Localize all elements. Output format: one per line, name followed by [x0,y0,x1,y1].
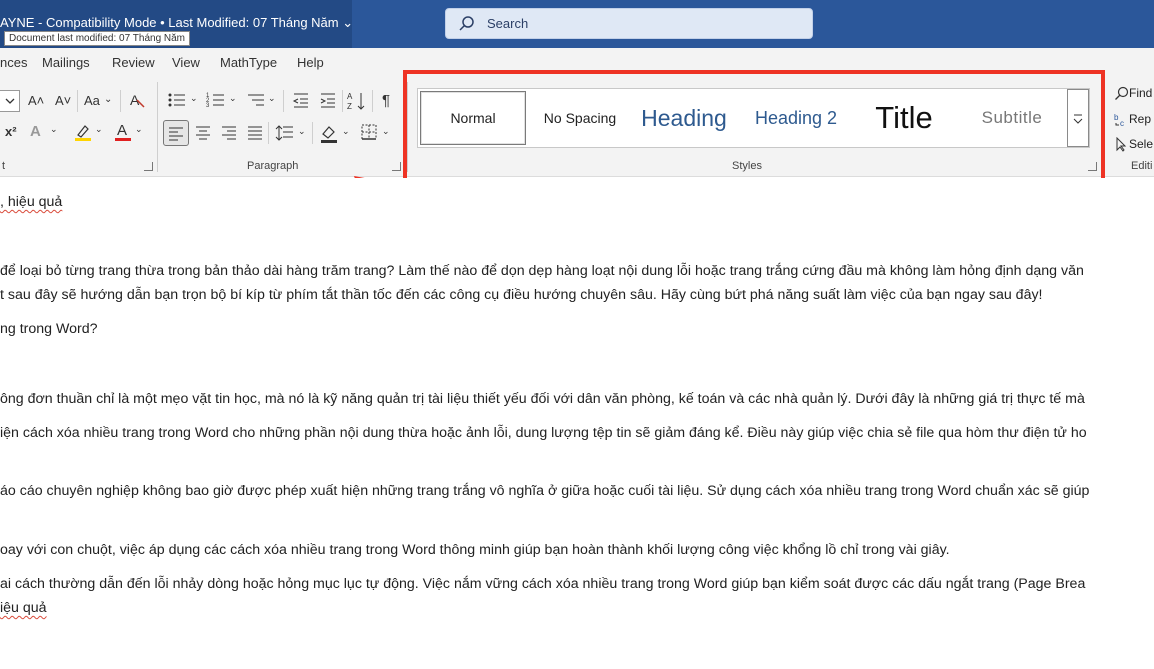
grow-font-button[interactable]: A˄ [28,93,44,108]
separator [268,122,269,144]
separator [283,90,284,112]
separator [77,90,78,112]
svg-text:Z: Z [347,102,352,111]
document-line: , hiệu quả [0,194,63,210]
chevron-down-icon[interactable]: ⌄ [190,93,198,104]
tab-view[interactable]: View [172,55,200,70]
justify-icon[interactable] [246,124,264,142]
text-effects-button[interactable]: A [30,123,41,140]
svg-text:c: c [1120,119,1124,127]
last-modified-tooltip: Document last modified: 07 Tháng Năm [4,31,191,46]
chevron-down-icon[interactable]: ⌄ [268,93,276,104]
document-line: oay với con chuột, việc áp dụng các cách… [0,542,950,558]
font-group-label: t [2,160,6,172]
tab-mailings[interactable]: Mailings [42,55,90,70]
chevron-down-icon[interactable]: ⌄ [50,124,58,135]
cursor-icon [1114,137,1129,153]
show-formatting-marks-button[interactable]: ¶ [382,92,390,109]
svg-text:A: A [130,92,140,108]
separator [372,90,373,112]
borders-icon[interactable] [360,123,378,141]
document-line: ai cách thường dẫn đến lỗi nhảy dòng hoặ… [0,576,1086,592]
tab-references[interactable]: nces [0,55,27,70]
increase-indent-icon[interactable] [319,91,337,109]
numbering-icon[interactable]: 123 [206,91,226,109]
chevron-down-icon[interactable]: ⌄ [104,94,112,105]
chevron-down-icon[interactable]: ⌄ [95,124,103,135]
sort-icon[interactable]: AZ [347,90,367,112]
line-spacing-icon[interactable] [275,123,295,143]
align-center-icon[interactable] [194,124,212,142]
multilevel-list-icon[interactable] [246,91,266,109]
search-box[interactable]: Search [445,8,813,39]
separator [312,122,313,144]
svg-text:b: b [1114,113,1119,122]
document-line: t sau đây sẽ hướng dẫn bạn trọn bộ bí kí… [0,287,1043,303]
document-line: iệu quả [0,600,47,616]
svg-text:A: A [117,122,127,139]
annotation-highlight-box [403,70,1105,189]
group-separator [157,82,158,172]
find-icon [1114,86,1129,101]
search-label: Search [487,16,529,31]
chevron-down-icon[interactable]: ⌄ [342,126,350,137]
chevron-down-icon[interactable]: ⌄ [229,93,237,104]
clear-formatting-icon[interactable]: A [128,91,146,109]
align-left-icon[interactable] [163,120,189,146]
chevron-down-icon[interactable]: ⌄ [298,126,306,137]
find-label: Find [1129,86,1153,100]
document-title[interactable]: AYNE - Compatibility Mode • Last Modifie… [0,15,353,31]
title-bar: AYNE - Compatibility Mode • Last Modifie… [0,0,1154,48]
find-button[interactable]: Find [1114,86,1152,101]
document-line: ông đơn thuần chỉ là một mẹo vặt tin học… [0,391,1085,407]
replace-icon: bc [1114,112,1129,127]
separator [342,90,343,112]
chevron-down-icon[interactable]: ⌄ [135,124,143,135]
font-size-dropdown[interactable] [0,90,20,112]
svg-text:3: 3 [206,103,210,109]
document-line: để loại bỏ từng trang thừa trong bản thả… [0,263,1084,279]
select-label: Sele [1129,137,1154,151]
search-icon [458,15,476,33]
decrease-indent-icon[interactable] [292,91,310,109]
align-right-icon[interactable] [220,124,238,142]
bullets-icon[interactable] [167,91,187,109]
tab-review[interactable]: Review [112,55,155,70]
chevron-down-icon[interactable]: ⌄ [382,126,390,137]
replace-button[interactable]: bc Rep [1114,112,1151,127]
superscript-button[interactable]: x² [5,124,17,139]
tab-help[interactable]: Help [297,55,324,70]
document-line: ng trong Word? [0,321,98,337]
shading-icon[interactable] [319,122,339,144]
font-color-icon[interactable]: A [114,121,132,143]
separator [120,90,121,112]
select-button[interactable]: Sele [1114,137,1154,153]
document-page[interactable]: , hiệu quả để loại bỏ từng trang thừa tr… [0,178,1154,669]
font-dialog-launcher-icon[interactable] [144,162,153,171]
document-line: iện cách xóa nhiều trang trong Word cho … [0,425,1087,441]
editing-group-label: Editi [1131,160,1153,172]
change-case-button[interactable]: Aa [84,93,100,108]
shrink-font-button[interactable]: A˅ [55,93,71,108]
replace-label: Rep [1129,112,1152,126]
tab-mathtype[interactable]: MathType [220,55,277,70]
document-line: áo cáo chuyên nghiệp không bao giờ được … [0,483,1090,499]
svg-text:A: A [347,92,353,101]
highlight-color-icon[interactable] [73,122,93,142]
